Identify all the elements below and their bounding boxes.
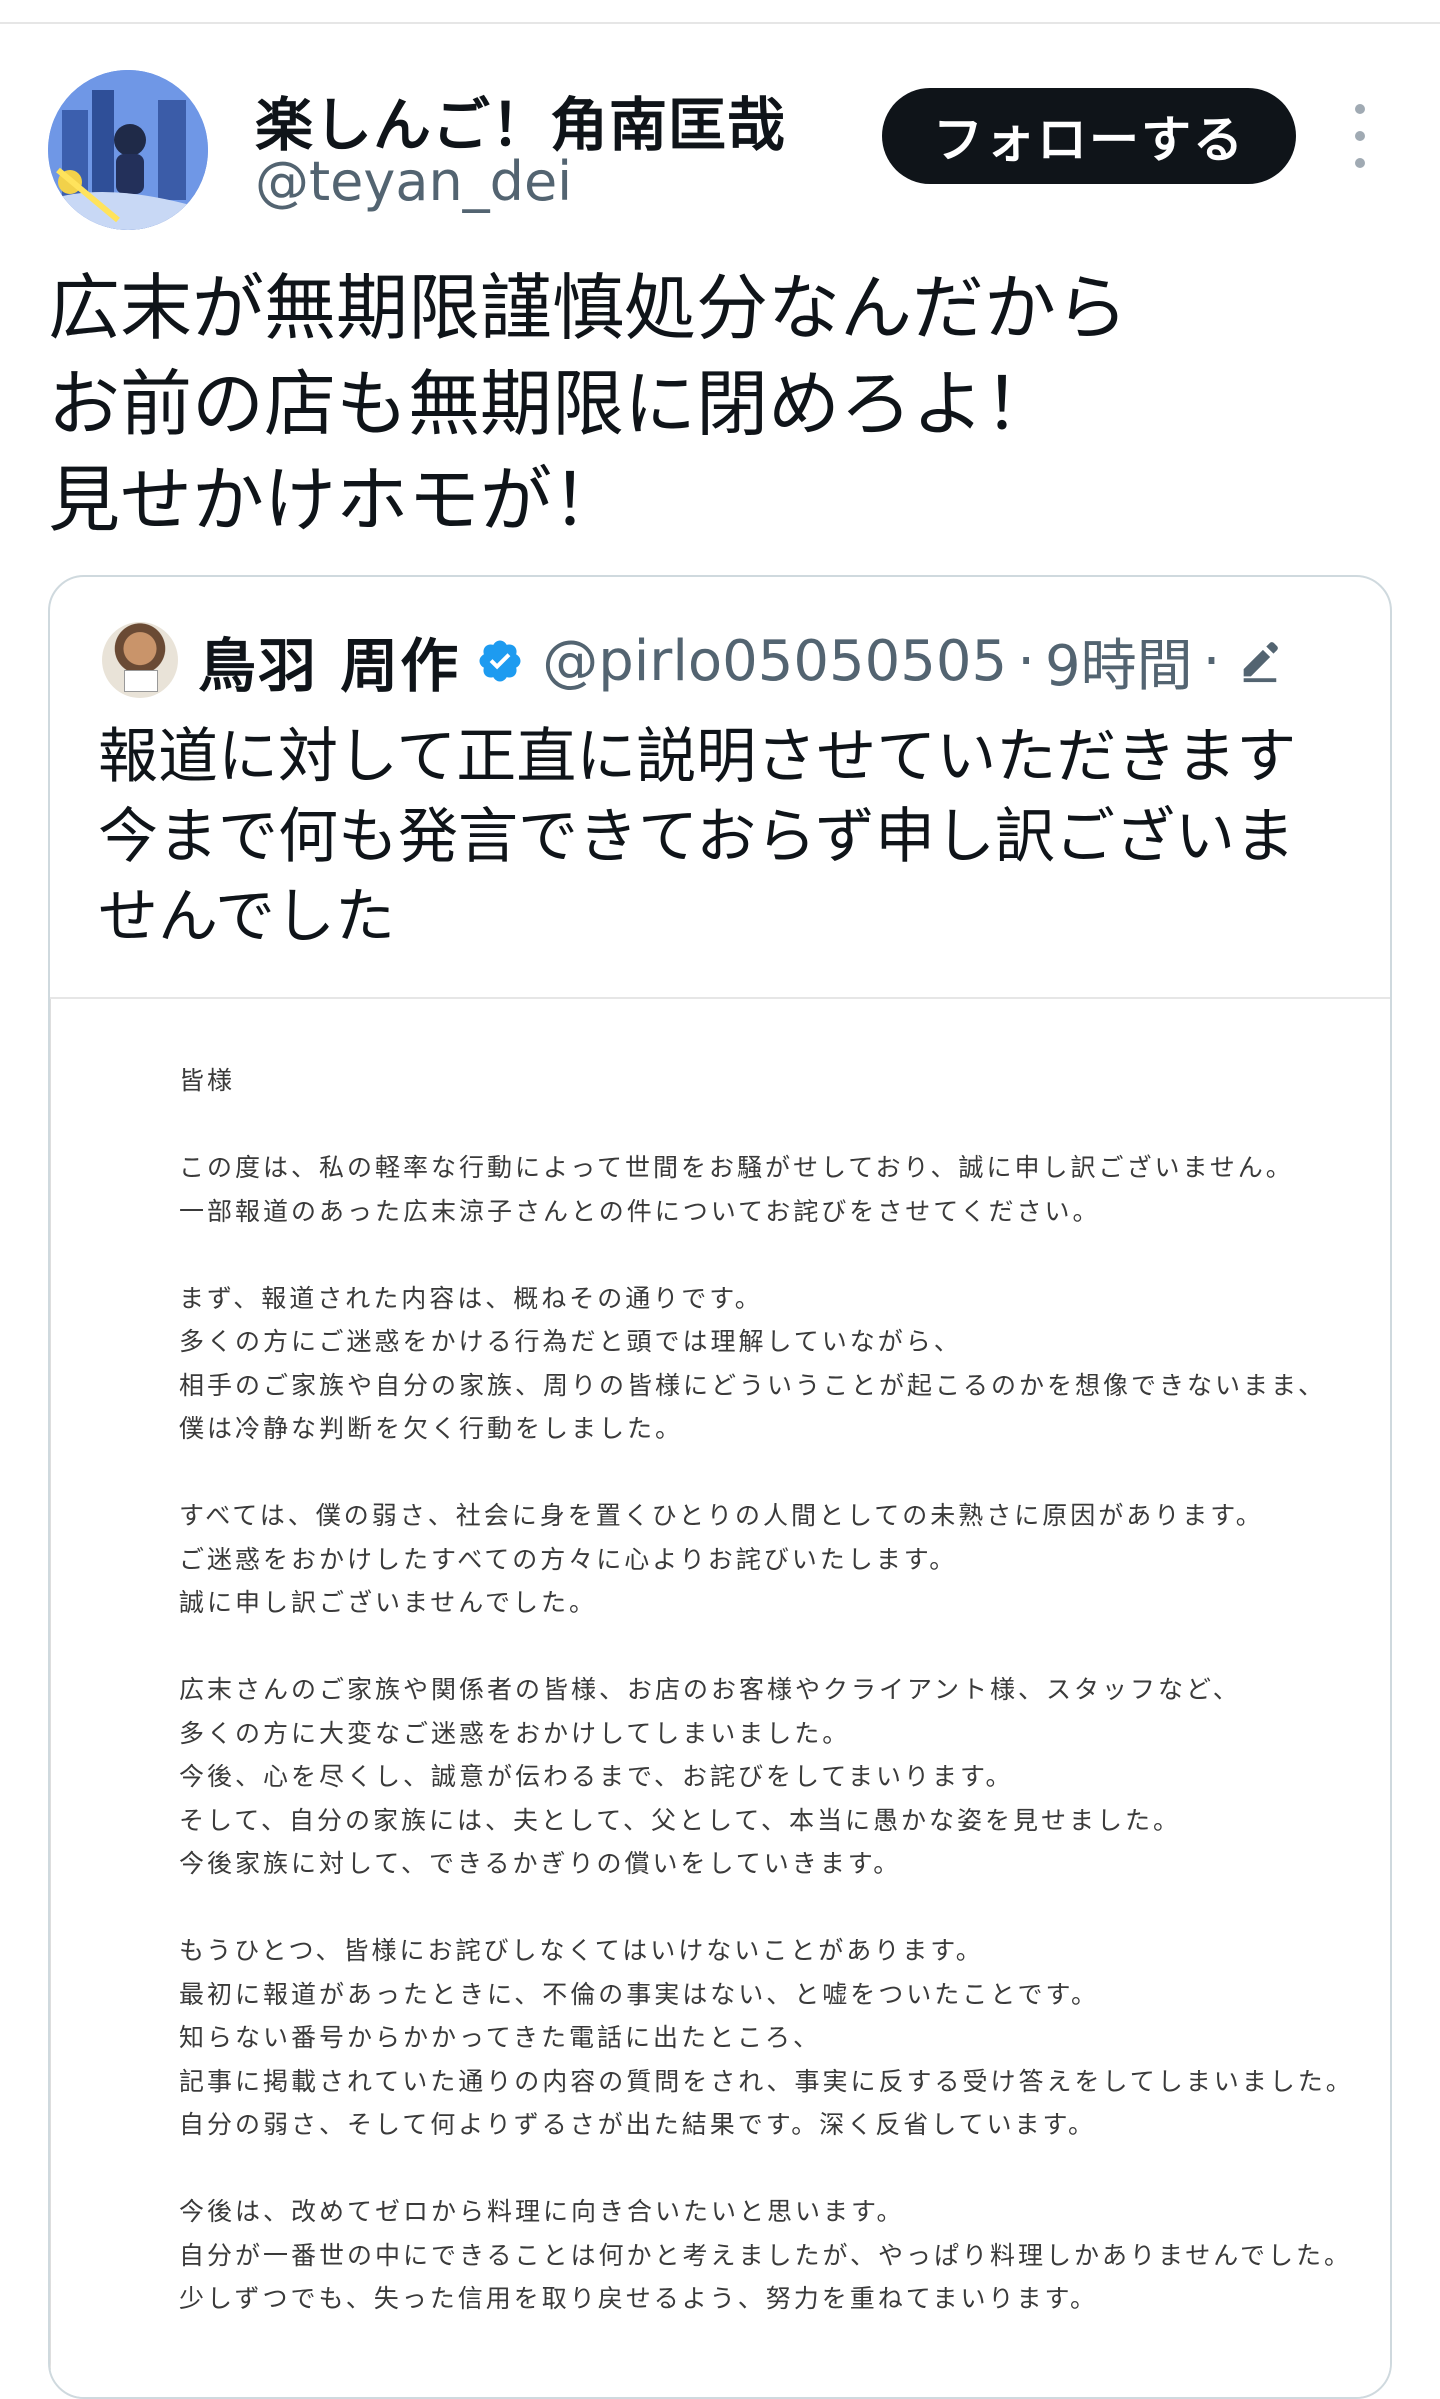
quoted-tweet-text: 報道に対して正直に説明させていただきます 今まで何も発言できておらず申し訳ござい… xyxy=(98,722,1297,952)
letter-line xyxy=(179,1103,1329,1147)
follow-button[interactable]: フォローする xyxy=(882,88,1296,184)
letter-line: ご迷惑をおかけしたすべての方々に心よりお詫びいたします。 xyxy=(179,1544,958,1574)
quoted-tweet-time[interactable]: 9時間 xyxy=(1045,621,1193,702)
letter-line xyxy=(179,1886,1329,1930)
letter-line: 今後家族に対して、できるかぎりの償いをしていきます。 xyxy=(179,1849,902,1878)
letter-line: 皆様 xyxy=(179,1066,236,1095)
letter-line: 自分が一番世の中にできることは何かと考えましたが、やっぱり料理しかありませんでし… xyxy=(179,2240,1353,2270)
top-divider xyxy=(0,22,1440,24)
letter-line xyxy=(179,1625,1329,1669)
letter-line xyxy=(179,1233,1329,1277)
tweet-text: 広末が無期限謹慎処分なんだから お前の店も無期限に閉めろよ！ 見せかけホモが！ xyxy=(48,266,1129,542)
letter-line: 一部報道のあった広末涼子さんとの件についてお詫びをさせてください。 xyxy=(179,1196,1101,1226)
quoted-user-handle[interactable]: @pirlo05050505 xyxy=(542,629,1007,694)
letter-line: 知らない番号からかかってきた電話に出たところ、 xyxy=(179,2023,822,2052)
letter-line: まず、報道された内容は、概ねその通りです。 xyxy=(179,1283,763,1313)
quoted-tweet-card[interactable]: 鳥羽 周作 @pirlo05050505 · 9時間 · 報道に対して正直に説明… xyxy=(48,575,1392,2399)
avatar-paper xyxy=(124,670,158,692)
more-dot xyxy=(1355,131,1365,141)
edit-pencil-icon[interactable] xyxy=(1236,638,1282,684)
letter-line: 今後は、改めてゼロから料理に向き合いたいと思います。 xyxy=(179,2197,905,2226)
letter-line: 少しずつでも、失った信用を取り戻せるよう、努力を重ねてまいります。 xyxy=(179,2284,1099,2313)
quoted-tweet-meta: 鳥羽 周作 @pirlo05050505 · 9時間 · xyxy=(198,621,1282,701)
letter-line: 多くの方に大変なご迷惑をおかけしてしまいました。 xyxy=(179,1718,851,1748)
letter-line: すべては、僕の弱さ、社会に身を置くひとりの人間としての未熟さに原因があります。 xyxy=(179,1501,1264,1530)
more-dot xyxy=(1355,104,1365,114)
letter-line: そして、自分の家族には、夫として、父として、本当に愚かな姿を見せました。 xyxy=(179,1805,1182,1835)
letter-line: 最初に報道があったときに、不倫の事実はない、と嘘をついたことです。 xyxy=(179,1979,1100,2009)
meta-separator: · xyxy=(1202,628,1221,694)
letter-line: 誠に申し訳ございませんでした。 xyxy=(179,1588,598,1617)
more-dot xyxy=(1355,158,1365,168)
apology-letter-image[interactable]: 皆様この度は、私の軽率な行動によって世間をお騒がせしており、誠に申し訳ございませ… xyxy=(50,999,1390,2397)
letter-line: 自分の弱さ、そして何よりずるさが出た結果です。深く反省しています。 xyxy=(179,2110,1097,2139)
letter-line: 今後、心を尽くし、誠意が伝わるまで、お詫びをしてまいります。 xyxy=(179,1762,1014,1791)
quoted-display-name[interactable]: 鳥羽 周作 xyxy=(198,619,460,703)
letter-text: 皆様この度は、私の軽率な行動によって世間をお騒がせしており、誠に申し訳ございませ… xyxy=(179,1059,1354,2321)
quoted-user-avatar[interactable] xyxy=(102,622,178,698)
letter-line xyxy=(179,1451,1329,1495)
more-vertical-icon[interactable] xyxy=(1340,104,1380,168)
avatar-illustration xyxy=(48,70,208,230)
letter-line: もうひとつ、皆様にお詫びしなくてはいけないことがあります。 xyxy=(179,1936,984,1965)
letter-line: 多くの方にご迷惑をかける行為だと頭では理解していながら、 xyxy=(179,1327,962,1356)
user-avatar[interactable] xyxy=(48,70,208,230)
verified-badge-icon xyxy=(479,640,521,682)
letter-line xyxy=(179,2147,1329,2191)
letter-line: 相手のご家族や自分の家族、周りの皆様にどういうことが起こるのかを想像できないまま… xyxy=(179,1370,1327,1400)
user-handle[interactable]: @teyan_dei xyxy=(255,150,572,213)
letter-line: 広末さんのご家族や関係者の皆様、お店のお客様やクライアント様、スタッフなど、 xyxy=(179,1675,1241,1704)
letter-line: この度は、私の軽率な行動によって世間をお騒がせしており、誠に申し訳ございません。 xyxy=(179,1153,1294,1182)
letter-line: 僕は冷静な判断を欠く行動をしました。 xyxy=(179,1414,684,1443)
letter-line: 記事に掲載されていた通りの内容の質問をされ、事実に反する受け答えをしてしまいまし… xyxy=(179,2066,1354,2096)
meta-separator: · xyxy=(1017,628,1035,694)
